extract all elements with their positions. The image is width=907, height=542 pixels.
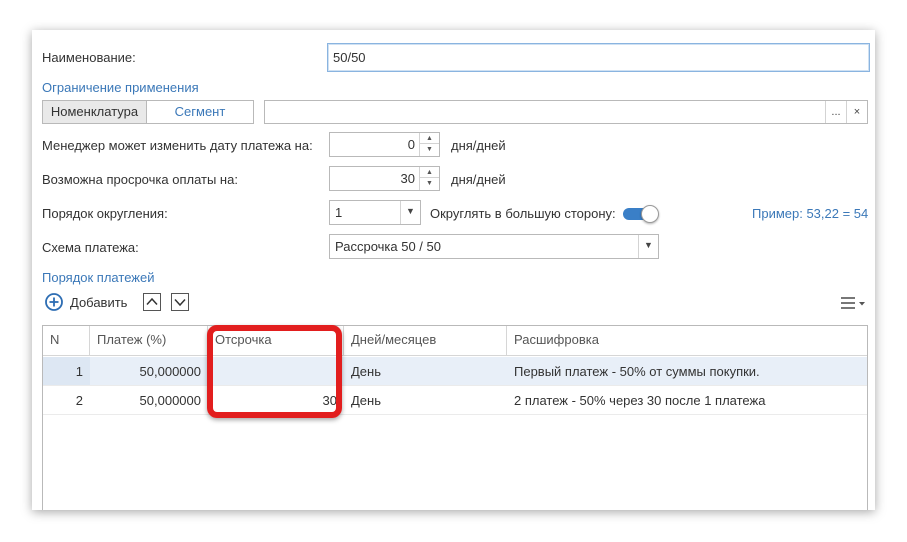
more-menu-button[interactable] <box>840 295 868 311</box>
rounding-value: 1 <box>335 205 343 220</box>
cell-percent: 50,000000 <box>139 393 201 408</box>
scheme-label: Схема платежа: <box>42 240 139 255</box>
restriction-link[interactable]: Ограничение применения <box>42 80 199 95</box>
tab-nomenclature[interactable]: Номенклатура <box>43 101 147 123</box>
spin-down-icon[interactable]: ▼ <box>420 144 439 155</box>
col-percent[interactable]: Платеж (%) <box>90 326 208 355</box>
col-n[interactable]: N <box>43 326 90 355</box>
spinner-arrows[interactable]: ▲ ▼ <box>419 167 439 190</box>
payments-title: Порядок платежей <box>42 270 155 285</box>
manager-days-value: 0 <box>407 137 415 152</box>
scheme-value: Рассрочка 50 / 50 <box>335 239 441 254</box>
chevron-down-icon <box>174 298 186 307</box>
restriction-field[interactable]: ... × <box>264 100 868 124</box>
overdue-unit: дня/дней <box>451 172 506 187</box>
payments-table: N Платеж (%) Отсрочка Дней/месяцев Расши… <box>42 325 868 510</box>
table-header: N Платеж (%) Отсрочка Дней/месяцев Расши… <box>43 326 867 356</box>
cell-unit: День <box>351 393 381 408</box>
overdue-days-input[interactable]: 30 ▲ ▼ <box>329 166 440 191</box>
form-window: Наименование: 50/50 Ограничение применен… <box>32 30 875 510</box>
example-text: Пример: 53,22 = 54 <box>752 206 869 221</box>
cell-n: 1 <box>43 357 90 385</box>
add-label: Добавить <box>70 295 128 310</box>
name-input[interactable]: 50/50 <box>327 43 870 72</box>
round-up-toggle[interactable] <box>623 205 659 223</box>
table-row[interactable]: 1 50,000000 День Первый платеж - 50% от … <box>43 357 867 386</box>
cell-unit: День <box>351 364 381 379</box>
name-label: Наименование: <box>42 50 136 65</box>
overdue-days-value: 30 <box>400 171 415 186</box>
cell-desc: 2 платеж - 50% через 30 после 1 платежа <box>514 393 766 408</box>
clear-button[interactable]: × <box>846 101 867 123</box>
menu-lines-icon <box>841 297 865 309</box>
manager-unit: дня/дней <box>451 138 506 153</box>
manager-days-input[interactable]: 0 ▲ ▼ <box>329 132 440 157</box>
table-row[interactable]: 2 50,000000 30 День 2 платеж - 50% через… <box>43 386 867 415</box>
scheme-select[interactable]: Рассрочка 50 / 50 ▼ <box>329 234 659 259</box>
move-down-button[interactable] <box>171 293 189 311</box>
col-desc[interactable]: Расшифровка <box>507 326 869 355</box>
manager-label: Менеджер может изменить дату платежа на: <box>42 138 313 153</box>
plus-circle-icon <box>45 293 63 311</box>
spinner-arrows[interactable]: ▲ ▼ <box>419 133 439 156</box>
spin-down-icon[interactable]: ▼ <box>420 178 439 189</box>
round-up-label: Округлять в большую сторону: <box>430 206 616 221</box>
spin-up-icon[interactable]: ▲ <box>420 167 439 178</box>
rounding-select[interactable]: 1 ▼ <box>329 200 421 225</box>
toggle-knob <box>641 205 659 223</box>
tab-segment[interactable]: Сегмент <box>147 101 253 123</box>
col-unit[interactable]: Дней/месяцев <box>344 326 507 355</box>
highlight-frame <box>207 325 342 418</box>
chevron-up-icon <box>146 297 158 306</box>
move-up-button[interactable] <box>143 293 161 311</box>
restriction-tabs: Номенклатура Сегмент <box>42 100 254 124</box>
cell-n: 2 <box>75 393 83 408</box>
cell-percent: 50,000000 <box>139 364 201 379</box>
select-button[interactable]: ... <box>825 101 846 123</box>
dropdown-arrow-icon[interactable]: ▼ <box>638 235 658 258</box>
add-button[interactable]: Добавить <box>45 292 135 312</box>
cell-desc: Первый платеж - 50% от суммы покупки. <box>514 364 760 379</box>
dropdown-arrow-icon[interactable]: ▼ <box>400 201 420 224</box>
spin-up-icon[interactable]: ▲ <box>420 133 439 144</box>
overdue-label: Возможна просрочка оплаты на: <box>42 172 238 187</box>
rounding-label: Порядок округления: <box>42 206 168 221</box>
